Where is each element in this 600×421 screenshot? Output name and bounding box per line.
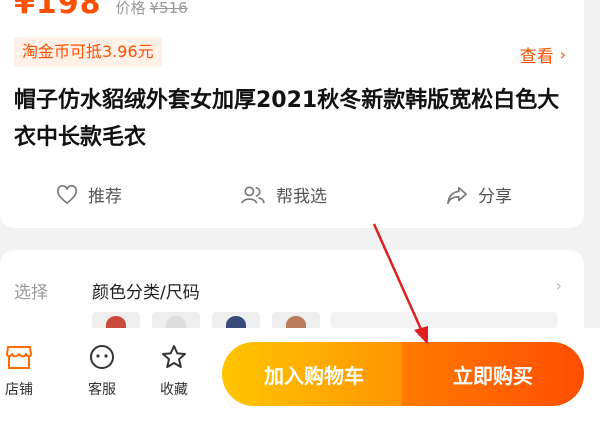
product-actions-row: 推荐 帮我选 分享	[0, 178, 584, 212]
help-choose-button[interactable]: 帮我选	[240, 182, 327, 207]
sku-extra-placeholder	[330, 312, 558, 328]
star-icon	[162, 345, 186, 368]
recommend-button[interactable]: 推荐	[56, 182, 122, 207]
heart-icon	[57, 184, 77, 204]
favorite-label: 收藏	[160, 382, 188, 398]
product-title: 帽子仿水貂绒外套女加厚2021秋冬新款韩版宽松白色大衣中长款毛衣	[14, 88, 560, 150]
chevron-right-icon: ›	[555, 276, 562, 295]
share-icon	[447, 186, 467, 204]
price-row: ¥198 价格 ¥516	[14, 0, 188, 22]
store-tab[interactable]: 店铺	[0, 344, 41, 399]
share-label: 分享	[478, 187, 512, 207]
customer-service-icon	[90, 345, 114, 369]
customer-service-label: 客服	[88, 382, 116, 398]
recommend-label: 推荐	[88, 187, 122, 207]
add-to-cart-button[interactable]: 加入购物车	[222, 342, 406, 406]
current-price: ¥198	[14, 0, 102, 21]
bottom-action-bar: 店铺 客服 收藏 加入购物车 立即购买	[0, 328, 600, 421]
view-offer-link[interactable]: 查看 ›	[520, 42, 566, 67]
store-icon	[6, 346, 32, 369]
store-label: 店铺	[5, 382, 33, 398]
original-price: ¥516	[149, 0, 188, 17]
chevron-right-icon: ›	[559, 45, 566, 64]
customer-service-tab[interactable]: 客服	[80, 344, 124, 399]
sku-label: 选择	[14, 283, 48, 303]
favorite-tab[interactable]: 收藏	[152, 344, 196, 399]
people-icon	[241, 185, 265, 204]
help-choose-label: 帮我选	[276, 187, 327, 207]
view-link-label: 查看	[519, 47, 554, 67]
buy-now-button[interactable]: 立即购买	[402, 342, 584, 406]
original-price-label: 价格	[115, 0, 146, 17]
sku-value: 颜色分类/尺码	[92, 283, 200, 303]
coin-offer-badge[interactable]: 淘金币可抵3.96元	[14, 37, 162, 67]
share-button[interactable]: 分享	[446, 182, 512, 207]
product-info-card: ¥198 价格 ¥516 淘金币可抵3.96元 查看 › 帽子仿水貂绒外套女加厚…	[0, 0, 584, 228]
